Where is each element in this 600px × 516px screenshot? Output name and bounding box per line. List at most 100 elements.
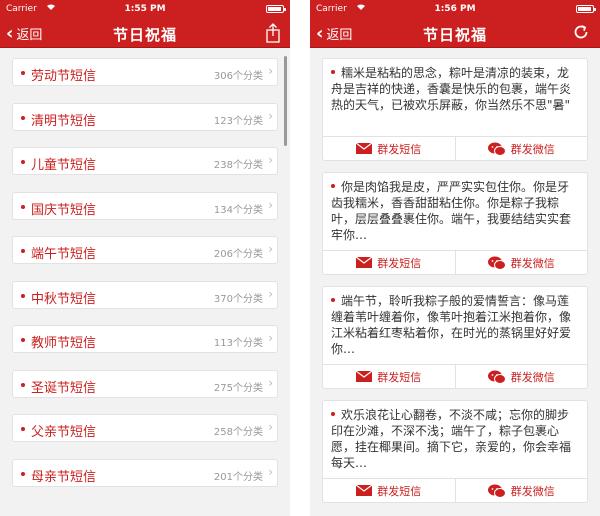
list-item[interactable]: 儿童节短信 238个分类 › — [12, 147, 278, 175]
right-screen: Carrier 1:56 PM ‹ 返回 节日祝福 糯米是粘粘的思念，粽叶是清凉… — [310, 0, 600, 516]
bullet-icon — [21, 382, 25, 387]
send-sms-label: 群发短信 — [377, 370, 422, 384]
message-card: 你是肉馅我是皮，严严实实包住你。你是牙齿我糯米，香香甜甜粘住你。你是粽子我粽叶，… — [322, 172, 588, 275]
send-wechat-label: 群发微信 — [510, 256, 555, 270]
message-text-wrap: 你是肉馅我是皮，严严实实包住你。你是牙齿我糯米，香香甜甜粘住你。你是粽子我粽叶，… — [331, 179, 579, 243]
message-text: 欢乐浪花让心翻卷，不淡不咸；忘你的脚步印在沙滩，不深不浅；端午了，粽子包裹心愿，… — [331, 408, 572, 470]
list-item[interactable]: 国庆节短信 134个分类 › — [12, 191, 278, 220]
send-sms-label: 群发短信 — [377, 484, 422, 498]
status-bar: Carrier 1:56 PM — [310, 0, 600, 18]
screen-divider — [290, 0, 310, 516]
envelope-icon — [356, 485, 373, 496]
send-sms-button[interactable]: 群发短信 — [323, 479, 455, 502]
bullet-icon — [21, 338, 25, 342]
item-count: 306个分类 — [213, 71, 263, 82]
send-wechat-label: 群发微信 — [510, 370, 555, 384]
item-name: 国庆节短信 — [31, 202, 97, 218]
envelope-icon — [356, 143, 373, 154]
nav-bar: ‹ 返回 节日祝福 — [310, 18, 600, 48]
wechat-icon — [487, 370, 506, 384]
bullet-icon — [21, 204, 25, 209]
message-text-wrap: 端午节，聆听我粽子般的爱情誓言：像马莲缠着苇叶缠着你，像苇叶抱着江米抱着你，像江… — [331, 293, 579, 357]
bullet-icon — [21, 160, 25, 164]
item-name: 教师节短信 — [31, 336, 97, 351]
envelope-icon — [356, 257, 373, 268]
item-count: 275个分类 — [213, 382, 263, 394]
message-text-wrap: 糯米是粘粘的思念，粽叶是清凉的装束，龙舟是吉祥的快递，香囊是快乐的包裹，端午炎热… — [331, 65, 579, 129]
send-sms-label: 群发短信 — [377, 142, 422, 156]
list-item[interactable]: 中秋节短信 370个分类 › — [12, 280, 278, 309]
send-wechat-button[interactable]: 群发微信 — [454, 479, 588, 502]
message-text: 你是肉馅我是皮，严严实实包住你。你是牙齿我糯米，香香甜甜粘住你。你是粽子我粽叶，… — [331, 180, 572, 242]
list-item[interactable]: 父亲节短信 258个分类 › — [12, 414, 278, 442]
send-wechat-label: 群发微信 — [510, 142, 555, 156]
scrollbar[interactable] — [284, 56, 287, 146]
bullet-icon — [331, 183, 335, 188]
list-item[interactable]: 端午节短信 206个分类 › — [12, 236, 278, 264]
message-actions: 群发短信 群发微信 — [323, 478, 587, 502]
list-item[interactable]: 劳动节短信 306个分类 › — [12, 58, 278, 86]
send-sms-button[interactable]: 群发短信 — [323, 365, 455, 388]
share-icon — [266, 23, 280, 43]
bullet-icon — [21, 471, 25, 476]
bullet-icon — [331, 69, 335, 74]
left-screen: Carrier 1:55 PM ‹ 返回 节日祝福 劳动节短信 306个分类 › 清… — [0, 0, 290, 516]
wechat-icon — [487, 256, 506, 270]
status-time: 1:55 PM — [124, 4, 166, 14]
wechat-icon — [487, 484, 506, 498]
item-name: 父亲节短信 — [31, 425, 97, 440]
bullet-icon — [331, 297, 335, 302]
list-item[interactable]: 清明节短信 123个分类 › — [12, 102, 278, 131]
bullet-icon — [21, 115, 25, 120]
list-item[interactable]: 圣诞节短信 275个分类 › — [12, 369, 278, 398]
nav-bar: ‹ 返回 节日祝福 — [0, 18, 290, 48]
bullet-icon — [21, 71, 25, 75]
message-text-wrap: 欢乐浪花让心翻卷，不淡不咸；忘你的脚步印在沙滩，不深不浅；端午了，粽子包裹心愿，… — [331, 407, 579, 471]
item-count: 258个分类 — [213, 427, 263, 438]
message-card: 端午节，聆听我粽子般的爱情誓言：像马莲缠着苇叶缠着你，像苇叶抱着江米抱着你，像江… — [322, 286, 588, 389]
send-sms-button[interactable]: 群发短信 — [323, 251, 455, 274]
page-title: 节日祝福 — [112, 26, 177, 44]
chevron-right-icon: › — [268, 153, 273, 167]
item-count: 113个分类 — [213, 338, 263, 349]
item-count: 206个分类 — [213, 249, 263, 260]
refresh-button[interactable] — [572, 23, 590, 45]
message-actions: 群发短信 群发微信 — [323, 364, 587, 388]
bullet-icon — [21, 293, 25, 298]
item-name: 母亲节短信 — [31, 469, 97, 485]
item-count: 134个分类 — [213, 204, 263, 216]
bullet-icon — [331, 411, 335, 416]
list-item[interactable]: 教师节短信 113个分类 › — [12, 325, 278, 353]
message-actions: 群发短信 群发微信 — [323, 250, 587, 274]
item-name: 劳动节短信 — [31, 69, 97, 84]
wechat-icon — [487, 142, 506, 156]
send-sms-button[interactable]: 群发短信 — [323, 137, 455, 160]
send-wechat-label: 群发微信 — [510, 484, 555, 498]
list-item[interactable]: 母亲节短信 201个分类 › — [12, 458, 278, 487]
message-text: 糯米是粘粘的思念，粽叶是清凉的装束，龙舟是吉祥的快递，香囊是快乐的包裹，端午炎热… — [331, 66, 572, 112]
send-sms-label: 群发短信 — [377, 256, 422, 270]
status-time: 1:56 PM — [434, 4, 476, 14]
status-bar: Carrier 1:55 PM — [0, 0, 290, 18]
chevron-right-icon: › — [268, 331, 273, 345]
chevron-right-icon: › — [268, 108, 273, 123]
item-count: 123个分类 — [213, 115, 263, 127]
item-name: 清明节短信 — [31, 113, 97, 129]
send-wechat-button[interactable]: 群发微信 — [454, 251, 588, 274]
send-wechat-button[interactable]: 群发微信 — [454, 365, 588, 388]
bullet-icon — [21, 427, 25, 431]
chevron-right-icon: › — [268, 64, 273, 78]
chevron-right-icon: › — [268, 420, 273, 434]
message-text: 端午节，聆听我粽子般的爱情誓言：像马莲缠着苇叶缠着你，像苇叶抱着江米抱着你，像江… — [331, 294, 572, 356]
send-wechat-button[interactable]: 群发微信 — [454, 137, 588, 160]
chevron-right-icon: › — [268, 464, 273, 479]
item-name: 中秋节短信 — [31, 291, 97, 307]
battery-icon — [576, 5, 596, 13]
item-count: 370个分类 — [213, 293, 263, 305]
chevron-right-icon: › — [268, 197, 273, 212]
message-card: 欢乐浪花让心翻卷，不淡不咸；忘你的脚步印在沙滩，不深不浅；端午了，粽子包裹心愿，… — [322, 400, 588, 503]
category-list: 劳动节短信 306个分类 › 清明节短信 123个分类 › 儿童节短信 238个分类 › 国… — [0, 48, 290, 516]
envelope-icon — [356, 371, 373, 382]
share-button[interactable] — [266, 23, 280, 47]
refresh-icon — [574, 25, 588, 39]
